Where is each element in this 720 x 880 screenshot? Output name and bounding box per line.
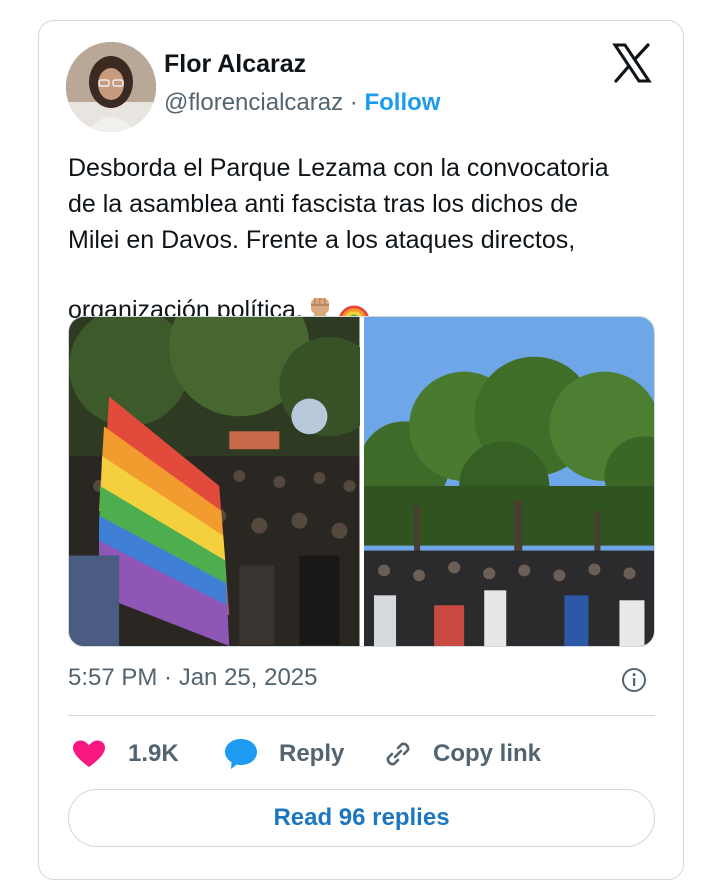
heart-icon	[72, 739, 106, 769]
tweet-text: Desborda el Parque Lezama con la convoca…	[68, 150, 658, 334]
tweet-timestamp[interactable]: 5:57 PM · Jan 25, 2025	[68, 664, 318, 692]
like-button[interactable]: 1.9K	[72, 732, 179, 776]
crowd-under-trees-photo[interactable]	[363, 317, 654, 646]
author-name[interactable]: Flor Alcaraz	[164, 50, 306, 79]
read-replies-button[interactable]: Read 96 replies	[68, 789, 655, 847]
avatar[interactable]	[66, 42, 156, 132]
reply-bubble-icon	[223, 737, 259, 771]
author-handle[interactable]: @florencialcaraz	[164, 89, 343, 116]
x-logo-icon[interactable]	[611, 42, 653, 84]
author-handle-row: @florencialcaraz · Follow	[164, 89, 440, 117]
like-count: 1.9K	[128, 740, 179, 767]
tweet-actions: 1.9K Reply Copy link	[68, 732, 655, 776]
info-icon[interactable]	[621, 667, 647, 693]
link-icon	[381, 737, 415, 771]
reply-label: Reply	[279, 740, 345, 767]
separator-dot: ·	[349, 89, 358, 116]
copy-link-label: Copy link	[433, 740, 542, 767]
follow-button[interactable]: Follow	[364, 89, 440, 116]
divider	[68, 715, 655, 716]
tweet-media[interactable]	[68, 316, 655, 647]
crowd-with-rainbow-flag-photo[interactable]	[69, 317, 360, 646]
reply-button[interactable]: Reply	[223, 732, 344, 776]
copy-link-button[interactable]: Copy link	[381, 732, 541, 776]
